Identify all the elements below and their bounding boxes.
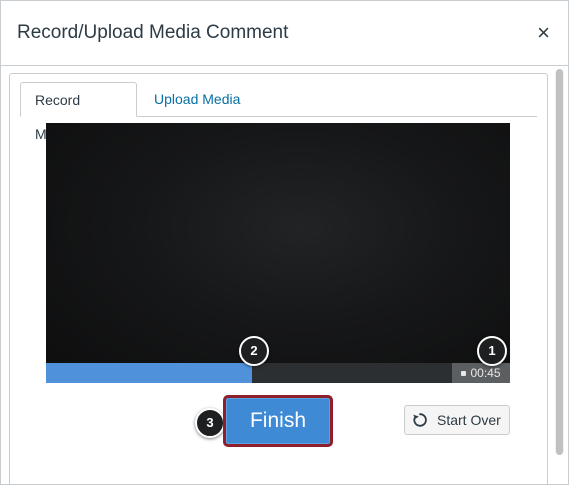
vertical-scrollbar[interactable] (555, 69, 564, 455)
start-over-label: Start Over (437, 412, 501, 428)
start-over-button[interactable]: Start Over (404, 405, 510, 435)
tab-bar: Record Media Upload Media (20, 82, 537, 142)
recording-indicator-icon (461, 371, 467, 376)
dialog-header: Record/Upload Media Comment × (1, 1, 568, 66)
callout-badge-1: 1 (477, 336, 507, 366)
media-panel: Record Media Upload Media 00:45 2 1 3 Fi… (9, 73, 548, 484)
video-preview: 00:45 (46, 123, 510, 383)
close-icon[interactable]: × (537, 22, 550, 44)
finish-button[interactable]: Finish (223, 395, 333, 447)
video-feed (46, 123, 510, 383)
recording-progress-fill (46, 363, 253, 383)
dialog-title: Record/Upload Media Comment (17, 22, 289, 43)
callout-badge-3: 3 (195, 408, 225, 438)
media-comment-dialog: Record/Upload Media Comment × Record Med… (0, 0, 569, 485)
dialog-content: Record Media Upload Media 00:45 2 1 3 Fi… (1, 65, 568, 484)
restart-icon (413, 413, 427, 427)
scrollbar-thumb[interactable] (556, 69, 563, 455)
tab-record-media[interactable]: Record Media (20, 82, 137, 142)
callout-badge-2: 2 (239, 336, 269, 366)
finish-label: Finish (249, 409, 307, 432)
elapsed-time-badge: 00:45 (452, 363, 510, 383)
tab-upload-media[interactable]: Upload Media (140, 82, 254, 116)
recording-progress-bar[interactable] (46, 363, 510, 383)
elapsed-time: 00:45 (470, 366, 501, 380)
